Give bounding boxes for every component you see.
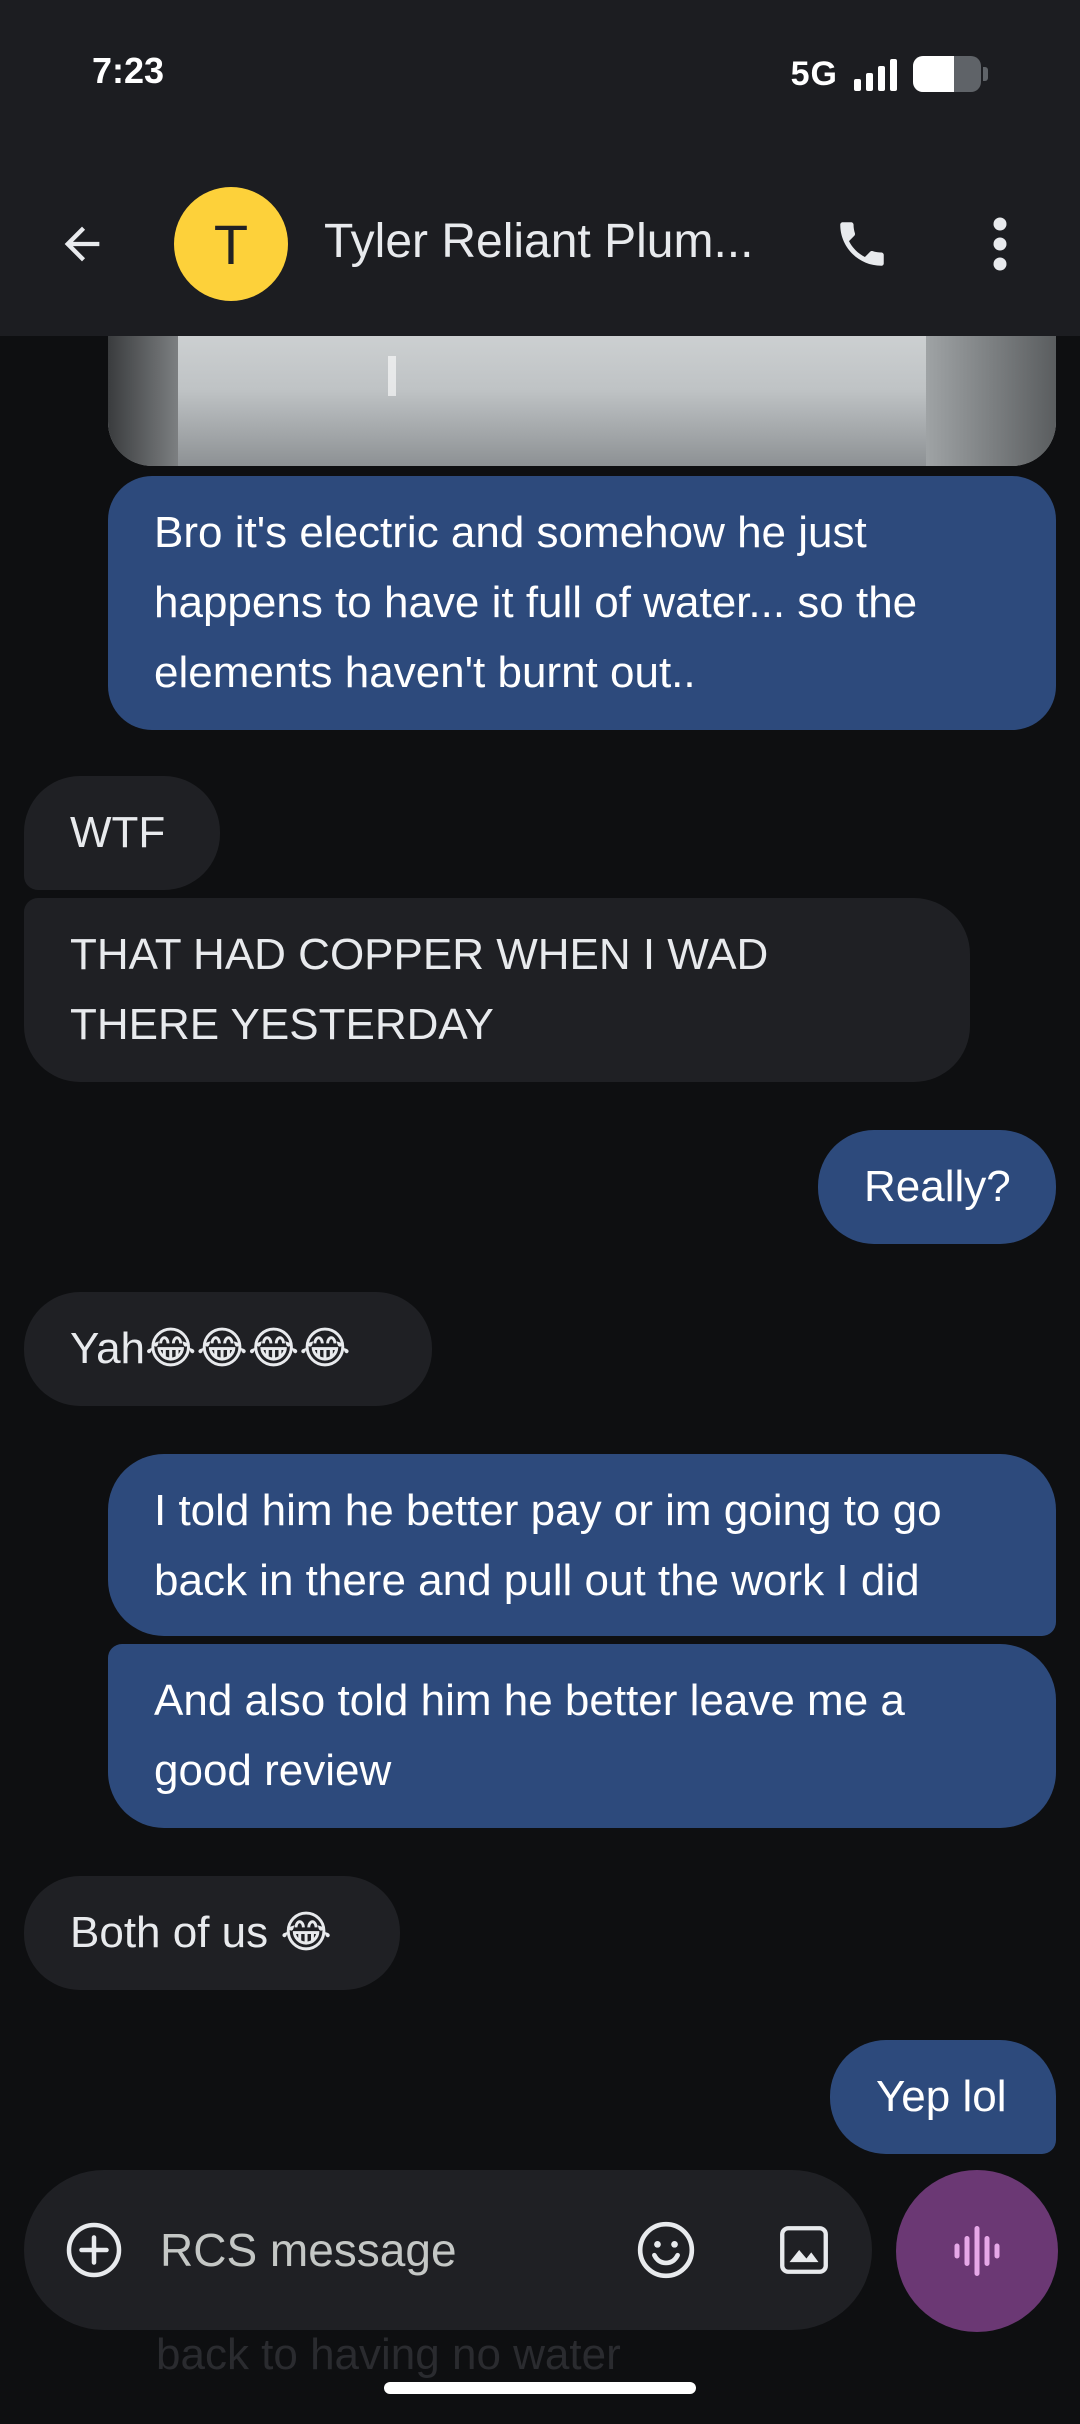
phone-icon xyxy=(840,222,884,266)
message-bubble-outgoing[interactable]: Bro it's electric and somehow he just ha… xyxy=(108,476,1056,730)
emoji-button[interactable] xyxy=(632,2216,700,2284)
message-bubble-incoming[interactable]: WTF xyxy=(24,776,220,890)
battery-icon xyxy=(913,56,981,92)
signal-icon xyxy=(854,57,897,91)
message-bubble-incoming[interactable]: Both of us 😂 xyxy=(24,1876,400,1990)
photo-highlight xyxy=(388,356,396,396)
back-button[interactable] xyxy=(52,214,112,274)
message-bubble-incoming[interactable]: THAT HAD COPPER WHEN I WAD THERE YESTERD… xyxy=(24,898,970,1082)
message-bubble-outgoing[interactable]: And also told him he better leave me a g… xyxy=(108,1644,1056,1828)
more-vert-icon xyxy=(993,217,1007,271)
voice-message-button[interactable] xyxy=(896,2170,1058,2332)
more-options-button[interactable] xyxy=(970,210,1030,278)
battery-fill xyxy=(913,56,954,92)
message-bubble-incoming[interactable]: Yah😂😂😂😂 xyxy=(24,1292,432,1406)
voice-waveform-icon xyxy=(954,2226,1000,2276)
message-bubble-outgoing[interactable]: Really? xyxy=(818,1130,1056,1244)
status-bar: 7:23 5G xyxy=(0,0,1080,150)
network-label: 5G xyxy=(790,54,838,93)
ghost-message-text: back to having no water xyxy=(156,2330,621,2379)
image-attachment[interactable] xyxy=(108,336,1056,466)
messages-screen: 7:23 5G T Tyler Reliant Plum... Bro it's… xyxy=(0,0,1080,2424)
gallery-button[interactable] xyxy=(772,2218,836,2282)
image-icon xyxy=(780,2226,828,2274)
message-bubble-outgoing[interactable]: Yep lol xyxy=(830,2040,1056,2154)
compose-bar xyxy=(24,2170,872,2330)
status-indicators: 5G xyxy=(791,52,988,96)
call-button[interactable] xyxy=(830,212,894,276)
arrow-back-icon xyxy=(64,226,100,262)
contact-name[interactable]: Tyler Reliant Plum... xyxy=(324,214,784,269)
add-attachment-button[interactable] xyxy=(62,2218,126,2282)
message-bubble-outgoing[interactable]: I told him he better pay or im going to … xyxy=(108,1454,1056,1636)
message-input[interactable] xyxy=(160,2214,600,2286)
photo-shadow-left xyxy=(108,336,178,466)
status-time: 7:23 xyxy=(92,50,165,91)
emoji-icon xyxy=(637,2221,695,2279)
battery-tip xyxy=(983,67,988,81)
contact-avatar[interactable]: T xyxy=(174,187,288,301)
photo-shadow-right xyxy=(926,336,1056,466)
top-app-bar: T Tyler Reliant Plum... xyxy=(0,150,1080,336)
home-indicator[interactable] xyxy=(384,2382,696,2394)
conversation-list[interactable]: Bro it's electric and somehow he just ha… xyxy=(0,336,1080,2176)
add-circle-icon xyxy=(66,2222,122,2278)
